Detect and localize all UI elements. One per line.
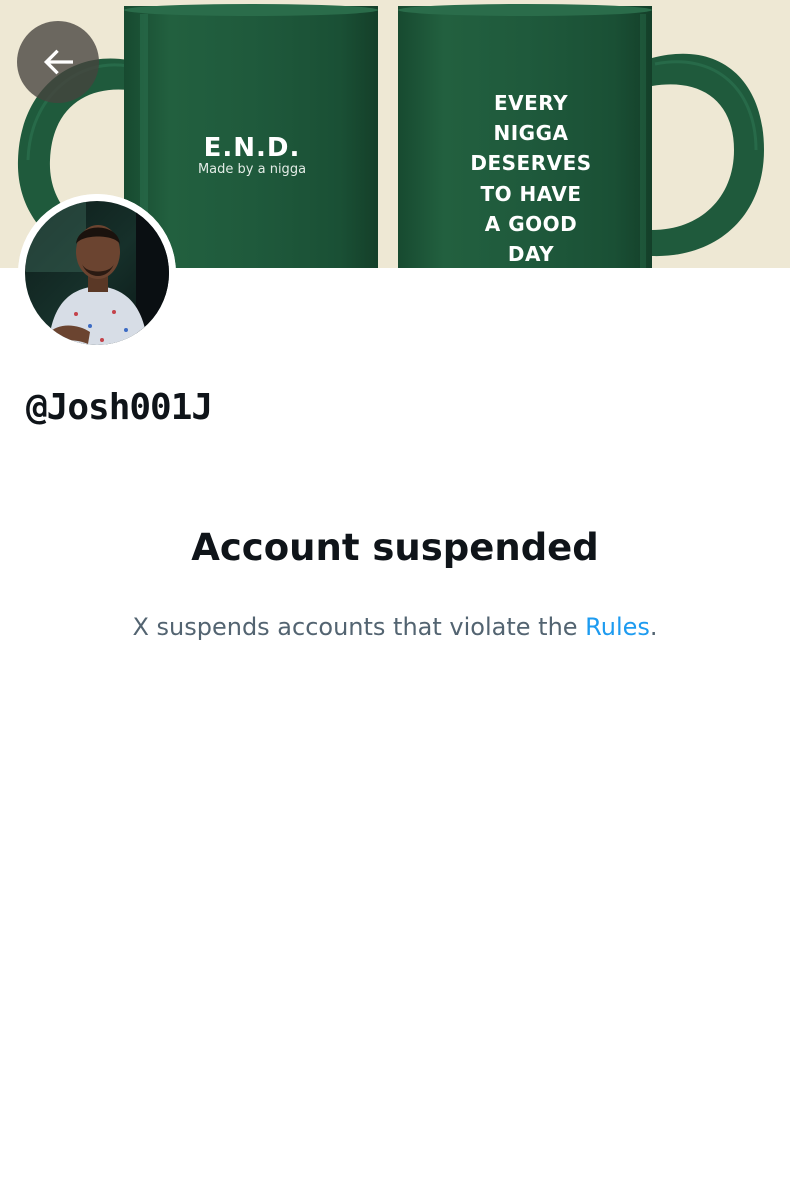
suspended-message-text: X suspends accounts that violate the — [132, 613, 586, 641]
mug-slogan-text: EVERY NIGGA DESERVES TO HAVE A GOOD DAY — [438, 88, 624, 268]
slogan-line: DAY — [507, 242, 555, 267]
slogan-line: NIGGA — [493, 121, 569, 146]
suspended-title: Account suspended — [191, 526, 599, 569]
back-button[interactable] — [17, 21, 99, 103]
avatar[interactable] — [18, 194, 176, 352]
slogan-line: DESERVES — [470, 151, 592, 176]
avatar-photo — [18, 194, 176, 352]
mug-tagline-text: Made by a nigga — [197, 162, 307, 177]
arrow-left-icon — [43, 49, 73, 75]
mug-brand-text: E.N.D. — [203, 133, 301, 163]
slogan-line: A GOOD — [484, 211, 578, 236]
profile-handle: @Josh001J — [26, 387, 213, 428]
rules-link[interactable]: Rules — [585, 613, 650, 641]
slogan-line: EVERY — [493, 91, 569, 115]
suspended-message: X suspends accounts that violate the Rul… — [0, 607, 790, 647]
profile-page: E.N.D. Made by a nigga EVERY NIGGA DESER… — [0, 0, 790, 1199]
suspended-message-period: . — [649, 613, 658, 641]
slogan-line: TO HAVE — [480, 181, 582, 206]
